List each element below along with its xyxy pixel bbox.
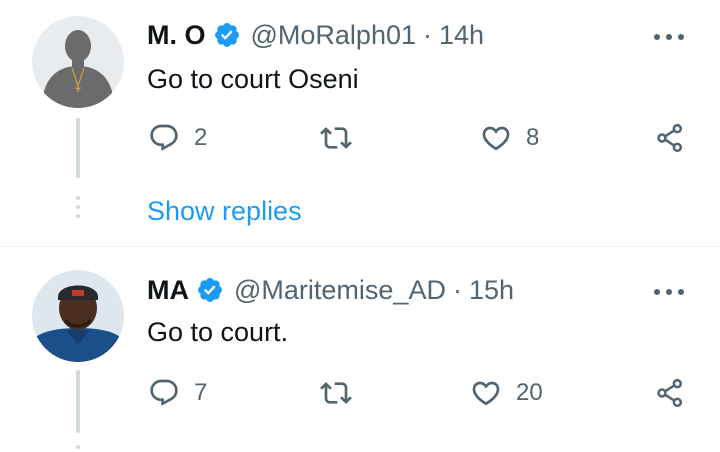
- timestamp[interactable]: 15h: [469, 273, 514, 307]
- retweet-icon: [320, 382, 352, 404]
- tweet-header: M. O @MoRalph01 · 14h: [147, 18, 484, 52]
- action-bar: 7 20: [0, 375, 720, 411]
- separator: ·: [423, 20, 432, 50]
- retweet-icon: [320, 127, 352, 149]
- reply-button[interactable]: 2: [148, 120, 207, 156]
- reply-count: 7: [194, 379, 208, 406]
- share-icon: [657, 123, 683, 153]
- retweet-button[interactable]: [320, 375, 366, 411]
- share-icon: [657, 378, 683, 408]
- reply-icon: [150, 124, 178, 151]
- thread-dots: [76, 196, 80, 223]
- more-icon[interactable]: [654, 287, 684, 297]
- like-button[interactable]: 8: [480, 120, 539, 156]
- action-bar: 2 8: [0, 120, 720, 156]
- share-button[interactable]: [654, 120, 686, 156]
- retweet-button[interactable]: [320, 120, 366, 156]
- reply-icon: [150, 379, 178, 406]
- show-replies-link[interactable]: Show replies: [147, 194, 302, 228]
- verified-badge-icon: [198, 278, 222, 302]
- verified-badge-icon: [214, 23, 239, 47]
- timestamp[interactable]: 14h: [439, 18, 484, 52]
- default-avatar-icon: [32, 16, 124, 108]
- avatar[interactable]: [32, 16, 124, 108]
- tweet[interactable]: M. O @MoRalph01 · 14h Go to court Oseni …: [0, 0, 720, 246]
- like-icon: [482, 126, 510, 151]
- like-count: 8: [526, 124, 540, 151]
- user-handle[interactable]: @Maritemise_AD: [234, 273, 446, 307]
- reply-count: 2: [194, 124, 208, 151]
- tweet-text: Go to court Oseni: [147, 64, 359, 94]
- reply-button[interactable]: 7: [148, 375, 207, 411]
- like-button[interactable]: 20: [470, 375, 543, 411]
- tweet-text: Go to court.: [147, 317, 289, 347]
- display-name[interactable]: M. O: [147, 18, 206, 52]
- like-icon: [472, 381, 500, 406]
- like-count: 20: [516, 379, 543, 406]
- user-handle[interactable]: @MoRalph01: [251, 18, 417, 52]
- profile-photo: [32, 270, 124, 362]
- thread-dots: [76, 445, 80, 452]
- more-icon[interactable]: [654, 32, 684, 42]
- separator: ·: [452, 275, 462, 305]
- tweet-header: MA @Maritemise_AD · 15h: [147, 273, 514, 307]
- avatar[interactable]: [32, 270, 124, 362]
- display-name[interactable]: MA: [147, 273, 189, 307]
- share-button[interactable]: [654, 375, 686, 411]
- tweet[interactable]: MA @Maritemise_AD · 15h Go to court. 7 2…: [0, 246, 720, 452]
